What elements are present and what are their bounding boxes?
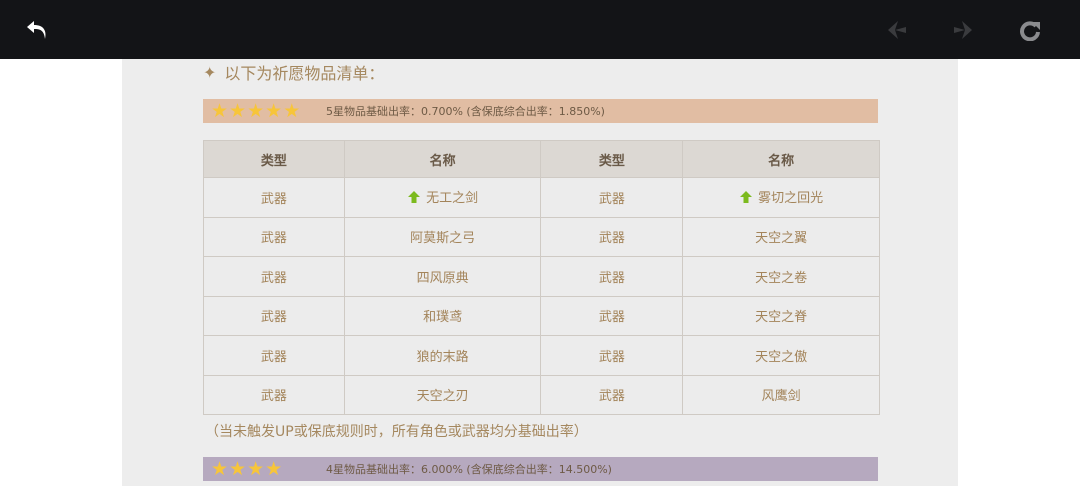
item-type: 武器 xyxy=(540,295,684,336)
item-type: 武器 xyxy=(203,256,345,297)
table-row: 武器 四风原典 武器 天空之卷 xyxy=(203,256,880,297)
next-icon[interactable] xyxy=(950,18,976,42)
table-row: 武器 狼的末路 武器 天空之傲 xyxy=(203,335,880,376)
item-name: 和璞鸢 xyxy=(343,295,542,336)
five-star-band: ★ ★ ★ ★ ★ 5星物品基础出率：0.700% (含保底综合出率：1.850%) xyxy=(203,99,878,123)
item-table: 类型 名称 类型 名称 武器 无工之剑 武器 雾切之回光 武器 阿莫斯之弓 武器 天空之翼 武器… xyxy=(203,140,880,415)
item-name: 狼的末路 xyxy=(343,335,542,376)
item-type: 武器 xyxy=(203,177,345,218)
col-type: 类型 xyxy=(203,140,345,178)
item-name: 天空之刃 xyxy=(343,374,542,415)
col-name: 名称 xyxy=(682,140,880,178)
star-icon: ★ xyxy=(229,457,247,480)
item-type: 武器 xyxy=(540,177,684,218)
star-icon: ★ xyxy=(283,99,301,122)
item-name: 雾切之回光 xyxy=(682,177,880,218)
five-star-rate: 5星物品基础出率：0.700% (含保底综合出率：1.850%) xyxy=(326,105,605,118)
table-row: 武器 阿莫斯之弓 武器 天空之翼 xyxy=(203,216,880,257)
rate-note: （当未触发UP或保底规则时，所有角色或武器均分基础出率） xyxy=(205,424,588,440)
five-star-rating: ★ ★ ★ ★ ★ xyxy=(211,99,326,122)
prev-icon[interactable] xyxy=(884,18,910,42)
sparkle-icon: ✦ xyxy=(203,62,217,82)
item-name: 风鹰剑 xyxy=(682,374,880,415)
table-row: 武器 和璞鸢 武器 天空之脊 xyxy=(203,295,880,336)
item-type: 武器 xyxy=(203,216,345,257)
item-type: 武器 xyxy=(540,374,684,415)
four-star-band: ★ ★ ★ ★ 4星物品基础出率：6.000% (含保底综合出率：14.500%) xyxy=(203,457,878,481)
item-name: 天空之脊 xyxy=(682,295,880,336)
item-name: 四风原典 xyxy=(343,256,542,297)
table-row: 武器 无工之剑 武器 雾切之回光 xyxy=(203,177,880,218)
item-type: 武器 xyxy=(203,335,345,376)
star-icon: ★ xyxy=(211,457,229,480)
item-type: 武器 xyxy=(203,374,345,415)
item-name: 天空之卷 xyxy=(682,256,880,297)
four-star-rate: 4星物品基础出率：6.000% (含保底综合出率：14.500%) xyxy=(326,463,612,476)
item-name: 天空之翼 xyxy=(682,216,880,257)
top-bar xyxy=(0,0,1080,59)
star-icon: ★ xyxy=(211,99,229,122)
item-type: 武器 xyxy=(540,216,684,257)
col-type: 类型 xyxy=(540,140,684,178)
four-star-rating: ★ ★ ★ ★ xyxy=(211,457,326,480)
star-icon: ★ xyxy=(265,457,283,480)
item-name: 天空之傲 xyxy=(682,335,880,376)
star-icon: ★ xyxy=(229,99,247,122)
star-icon: ★ xyxy=(265,99,283,122)
item-name: 阿莫斯之弓 xyxy=(343,216,542,257)
back-arrow-icon[interactable] xyxy=(22,15,52,45)
star-icon: ★ xyxy=(247,457,265,480)
refresh-icon[interactable] xyxy=(1017,17,1043,43)
table-row: 武器 天空之刃 武器 风鹰剑 xyxy=(203,374,880,415)
up-arrow-icon xyxy=(739,190,753,208)
item-type: 武器 xyxy=(540,256,684,297)
item-type: 武器 xyxy=(203,295,345,336)
col-name: 名称 xyxy=(343,140,542,178)
item-name: 无工之剑 xyxy=(343,177,542,218)
star-icon: ★ xyxy=(247,99,265,122)
item-type: 武器 xyxy=(540,335,684,376)
section-heading: ✦ 以下为祈愿物品清单： xyxy=(203,62,385,84)
up-arrow-icon xyxy=(407,190,421,208)
